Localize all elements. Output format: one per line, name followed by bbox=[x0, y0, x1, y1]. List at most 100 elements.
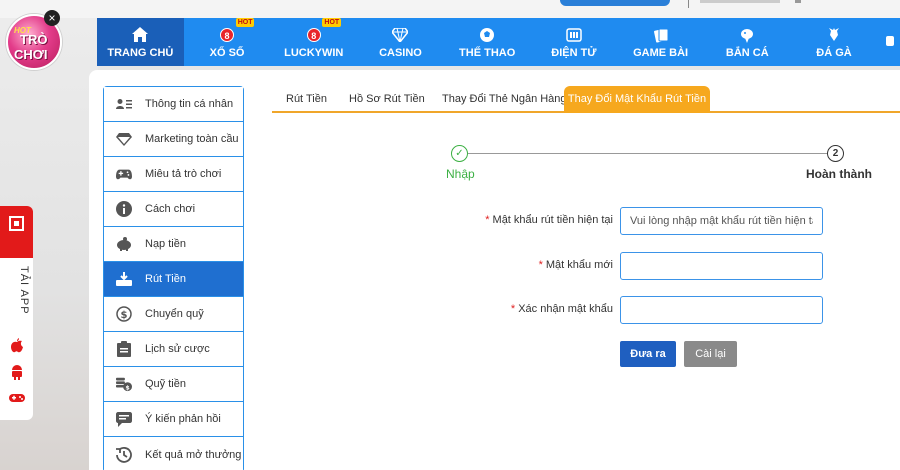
tab-change-bank-card[interactable]: Thay Đổi Thẻ Ngân Hàng bbox=[442, 86, 567, 113]
withdraw-tabs: Rút Tiền Hồ Sơ Rút Tiền Thay Đổi Thẻ Ngâ… bbox=[272, 86, 900, 113]
nav-item-casino[interactable]: CASINO bbox=[357, 18, 444, 66]
step-2-label: Hoàn thành bbox=[806, 167, 872, 181]
sidebar-item-how-to-play[interactable]: Cách chơi bbox=[104, 192, 243, 227]
sidebar-item-withdraw[interactable]: Rút Tiền bbox=[104, 262, 243, 297]
logo-line-1: TRÒ bbox=[20, 32, 48, 47]
download-app-bar[interactable]: TẢI APP bbox=[0, 206, 33, 420]
hot-badge: HOT bbox=[235, 18, 255, 27]
svg-text:$: $ bbox=[121, 310, 128, 321]
required-mark: * bbox=[510, 303, 516, 315]
nav-item-cockfight[interactable]: ĐÁ GÀ bbox=[791, 18, 878, 66]
rooster-icon bbox=[825, 26, 843, 44]
sidebar-item-label: Quỹ tiền bbox=[145, 378, 186, 390]
nav-item-more[interactable] bbox=[877, 18, 900, 66]
info-icon bbox=[116, 201, 132, 217]
id-card-icon bbox=[116, 96, 132, 112]
new-password-input[interactable] bbox=[620, 252, 823, 280]
clipboard-icon bbox=[116, 341, 132, 357]
sidebar-item-label: Nạp tiền bbox=[145, 238, 186, 250]
nav-item-home[interactable]: TRANG CHỦ bbox=[97, 18, 184, 66]
nav-item-lottery[interactable]: HOT 8 XỔ SỐ bbox=[184, 18, 271, 66]
nav-item-luckywin[interactable]: HOT 8 LUCKYWIN bbox=[270, 18, 357, 66]
apple-icon[interactable] bbox=[8, 338, 26, 356]
top-login-pill[interactable] bbox=[560, 0, 670, 6]
nav-item-fishing[interactable]: BẮN CÁ bbox=[704, 18, 791, 66]
svg-text:$: $ bbox=[125, 384, 129, 391]
home-icon bbox=[131, 26, 149, 44]
main-nav: TRANG CHỦ HOT 8 XỔ SỐ HOT 8 LUCKYWIN CAS… bbox=[97, 18, 900, 66]
sidebar-item-transfer[interactable]: $ Chuyển quỹ bbox=[104, 297, 243, 332]
sidebar-item-label: Rút Tiền bbox=[145, 273, 186, 285]
account-sidebar: Thông tin cá nhân Marketing toàn cầu Miê… bbox=[103, 86, 244, 470]
android-icon[interactable] bbox=[8, 364, 26, 382]
sidebar-item-profile[interactable]: Thông tin cá nhân bbox=[104, 87, 243, 122]
nav-label: ĐÁ GÀ bbox=[816, 46, 852, 59]
new-password-label: * Mật khẩu mới bbox=[538, 259, 613, 271]
tab-withdraw[interactable]: Rút Tiền bbox=[286, 86, 327, 113]
stepper-line bbox=[468, 153, 828, 154]
top-separator bbox=[688, 0, 689, 8]
close-icon[interactable]: × bbox=[44, 10, 60, 26]
withdraw-icon bbox=[116, 271, 132, 287]
nav-label: BẮN CÁ bbox=[725, 46, 769, 59]
lottery-ball-icon: 8 bbox=[305, 26, 323, 44]
soccer-ball-icon bbox=[478, 26, 496, 44]
tab-change-withdraw-password[interactable]: Thay Đổi Mật Khẩu Rút Tiền bbox=[564, 86, 710, 113]
nav-label: THỂ THAO bbox=[459, 46, 516, 59]
more-icon bbox=[880, 32, 898, 50]
sidebar-item-label: Miêu tả trò chơi bbox=[145, 168, 222, 180]
top-link[interactable] bbox=[700, 0, 780, 3]
confirm-password-label: * Xác nhận mật khẩu bbox=[510, 303, 613, 315]
gamepad-icon[interactable] bbox=[8, 390, 26, 408]
hot-badge: HOT bbox=[322, 18, 342, 27]
nav-item-sports[interactable]: THỂ THAO bbox=[444, 18, 531, 66]
fish-icon bbox=[738, 26, 756, 44]
sidebar-item-label: Ý kiến phản hồi bbox=[145, 413, 221, 425]
qr-code-icon[interactable] bbox=[0, 206, 33, 258]
step-1-check-icon: ✓ bbox=[451, 145, 468, 162]
step-1-label: Nhập bbox=[446, 167, 475, 181]
tab-withdraw-history[interactable]: Hồ Sơ Rút Tiền bbox=[349, 86, 425, 113]
dollar-circle-icon: $ bbox=[116, 306, 132, 322]
required-mark: * bbox=[538, 259, 543, 271]
submit-button[interactable]: Đưa ra bbox=[620, 341, 676, 367]
top-link-icon[interactable] bbox=[795, 0, 801, 3]
logo-line-2: CHƠI bbox=[14, 47, 48, 62]
sidebar-item-results[interactable]: Kết quả mở thưởng bbox=[104, 437, 243, 470]
step-2-number: 2 bbox=[827, 145, 844, 162]
nav-label: ĐIỆN TỬ bbox=[551, 46, 597, 59]
cards-icon bbox=[652, 26, 670, 44]
confirm-password-input[interactable] bbox=[620, 296, 823, 324]
nav-label: LUCKYWIN bbox=[284, 46, 344, 59]
sidebar-item-deposit[interactable]: Nạp tiền bbox=[104, 227, 243, 262]
piggy-bank-icon bbox=[116, 236, 132, 252]
reset-button[interactable]: Cài lại bbox=[684, 341, 737, 367]
lottery-ball-icon: 8 bbox=[218, 26, 236, 44]
diamond-icon bbox=[116, 131, 132, 147]
sidebar-item-fund[interactable]: $ Quỹ tiền bbox=[104, 367, 243, 402]
top-strip bbox=[0, 0, 900, 18]
sidebar-item-label: Lịch sử cược bbox=[145, 343, 210, 355]
sidebar-item-label: Cách chơi bbox=[145, 203, 196, 215]
current-password-label: * Mật khẩu rút tiền hiện tại bbox=[485, 214, 613, 226]
current-password-input[interactable] bbox=[620, 207, 823, 235]
nav-item-slots[interactable]: ĐIỆN TỬ bbox=[531, 18, 618, 66]
nav-label: TRANG CHỦ bbox=[107, 46, 174, 59]
sidebar-item-label: Kết quả mở thưởng bbox=[145, 448, 242, 461]
chat-bubble-icon bbox=[116, 411, 132, 427]
sidebar-item-game-description[interactable]: Miêu tả trò chơi bbox=[104, 157, 243, 192]
nav-label: GAME BÀI bbox=[633, 46, 689, 59]
history-icon bbox=[116, 446, 132, 463]
nav-item-card-games[interactable]: GAME BÀI bbox=[617, 18, 704, 66]
sidebar-item-label: Thông tin cá nhân bbox=[145, 98, 234, 110]
coins-icon: $ bbox=[116, 376, 132, 392]
slot-machine-icon bbox=[565, 26, 583, 44]
sidebar-item-label: Chuyển quỹ bbox=[145, 308, 204, 320]
nav-label: XỔ SỐ bbox=[209, 46, 245, 59]
sidebar-item-label: Marketing toàn cầu bbox=[145, 133, 239, 145]
download-app-label: TẢI APP bbox=[18, 266, 30, 315]
diamond-icon bbox=[391, 26, 409, 44]
sidebar-item-marketing[interactable]: Marketing toàn cầu bbox=[104, 122, 243, 157]
sidebar-item-feedback[interactable]: Ý kiến phản hồi bbox=[104, 402, 243, 437]
sidebar-item-bet-history[interactable]: Lịch sử cược bbox=[104, 332, 243, 367]
